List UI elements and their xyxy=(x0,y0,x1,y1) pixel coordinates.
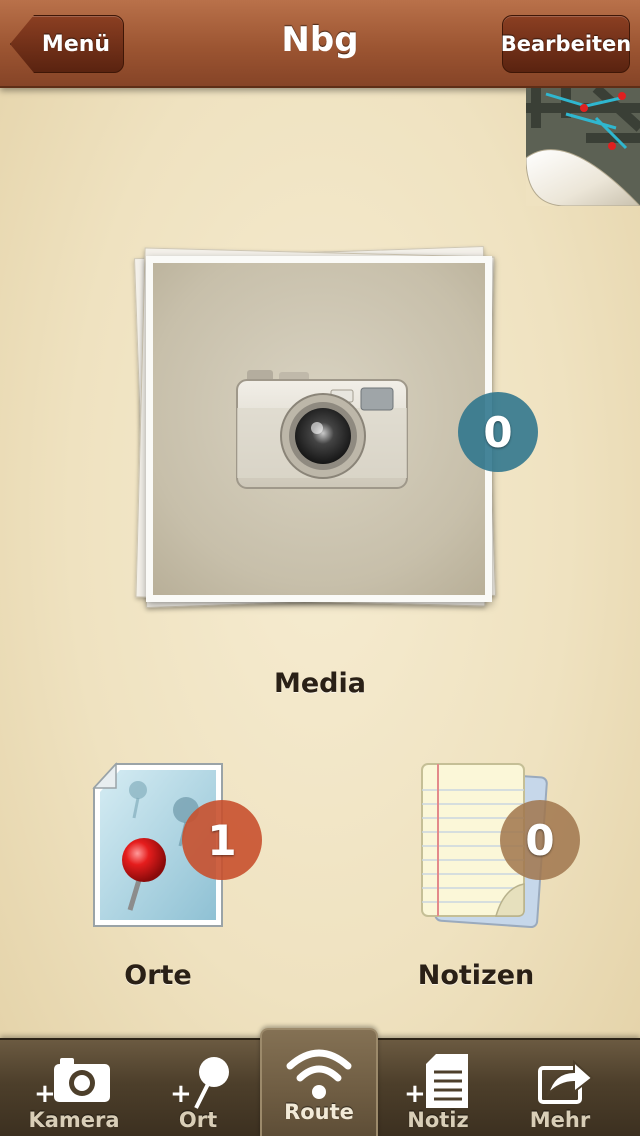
toolbar-notiz-button[interactable]: + Notiz xyxy=(378,1040,498,1136)
wifi-route-icon xyxy=(286,1049,352,1099)
toolbar-mehr-button[interactable]: Mehr xyxy=(500,1040,620,1136)
edit-button[interactable]: Bearbeiten xyxy=(501,15,631,73)
toolbar-ort-button[interactable]: + Ort xyxy=(138,1040,258,1136)
camera-icon xyxy=(236,370,408,489)
media-photo xyxy=(153,263,485,595)
orte-count-badge: 1 xyxy=(182,800,262,880)
add-note-icon: + xyxy=(404,1054,468,1109)
map-page-curl-icon[interactable] xyxy=(526,88,640,206)
media-tile[interactable] xyxy=(132,240,512,620)
bottom-toolbar: + Kamera + Ort Route + Notiz Mehr xyxy=(0,1028,640,1136)
add-camera-icon: + xyxy=(34,1058,110,1109)
toolbar-mehr-label: Mehr xyxy=(529,1108,591,1132)
notizen-count-badge: 0 xyxy=(500,800,580,880)
svg-text:+: + xyxy=(34,1079,56,1109)
toolbar-kamera-button[interactable]: + Kamera xyxy=(14,1040,134,1136)
orte-label[interactable]: Orte xyxy=(58,960,258,991)
toolbar-route-button[interactable]: Route xyxy=(260,1028,378,1136)
toolbar-ort-label: Ort xyxy=(178,1108,218,1132)
share-icon xyxy=(538,1059,594,1104)
svg-text:+: + xyxy=(170,1079,192,1109)
navigation-bar: Menü Nbg Bearbeiten xyxy=(0,0,640,88)
add-pin-icon: + xyxy=(170,1057,229,1109)
toolbar-notiz-label: Notiz xyxy=(407,1108,469,1132)
toolbar-kamera-label: Kamera xyxy=(28,1108,120,1132)
toolbar-route-label: Route xyxy=(284,1100,354,1124)
svg-text:+: + xyxy=(404,1079,426,1109)
notizen-label[interactable]: Notizen xyxy=(376,960,576,991)
media-photo-frame xyxy=(146,256,492,602)
media-count-badge: 0 xyxy=(458,392,538,472)
media-label[interactable]: Media xyxy=(220,668,420,699)
